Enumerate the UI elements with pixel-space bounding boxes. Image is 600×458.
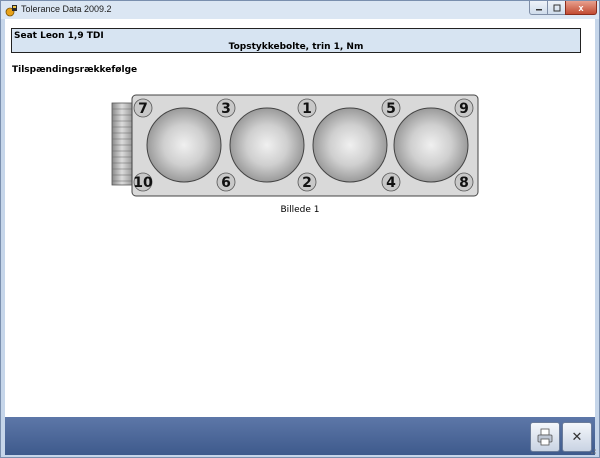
resize-grip-icon[interactable] <box>589 447 597 455</box>
app-logo-icon <box>5 5 17 17</box>
bolt-label: 6 <box>221 175 231 191</box>
close-icon: ✕ <box>571 429 583 445</box>
cylinder-2 <box>229 107 305 183</box>
bolt-7: 7 <box>133 98 153 118</box>
bolt-8: 8 <box>454 172 474 192</box>
bolt-label: 7 <box>138 101 148 117</box>
bolt-1: 1 <box>297 98 317 118</box>
cylinder-head-diagram: 7 3 1 5 9 10 6 2 4 8 <box>111 94 479 197</box>
maximize-icon <box>553 4 561 11</box>
bolt-label: 9 <box>459 101 469 117</box>
bolt-6: 6 <box>216 172 236 192</box>
diagram-caption: Billede 1 <box>280 205 320 215</box>
minimize-icon <box>536 8 542 10</box>
bolt-label: 3 <box>221 101 231 117</box>
bolt-label: 1 <box>302 101 312 117</box>
close-window-button[interactable]: x <box>565 1 597 15</box>
minimize-button[interactable] <box>529 1 549 15</box>
close-window-glyph: x <box>578 2 584 13</box>
print-button[interactable] <box>530 422 560 452</box>
bolt-label: 5 <box>386 101 396 117</box>
title-bar[interactable]: Tolerance Data 2009.2 x <box>1 1 599 19</box>
cylinder-1 <box>146 107 222 183</box>
bolt-5: 5 <box>381 98 401 118</box>
cylinder-4 <box>393 107 469 183</box>
close-button[interactable]: ✕ <box>562 422 592 452</box>
maximize-button[interactable] <box>547 1 567 15</box>
bottom-toolbar: ✕ <box>5 417 595 455</box>
gear-wheel <box>111 102 133 186</box>
print-icon <box>537 428 553 446</box>
bolt-10: 10 <box>133 172 153 192</box>
bolt-label: 10 <box>133 175 153 191</box>
cylinder-3 <box>312 107 388 183</box>
window-title: Tolerance Data 2009.2 <box>21 4 112 14</box>
bolt-9: 9 <box>454 98 474 118</box>
bolt-4: 4 <box>381 172 401 192</box>
bolt-label: 8 <box>459 175 469 191</box>
bolt-2: 2 <box>297 172 317 192</box>
bolt-label: 4 <box>386 175 396 191</box>
app-window: Tolerance Data 2009.2 x Seat Leon 1,9 TD… <box>0 0 600 458</box>
content-area: Seat Leon 1,9 TDI Topstykkebolte, trin 1… <box>5 19 595 417</box>
bolt-label: 2 <box>302 175 312 191</box>
bolt-3: 3 <box>216 98 236 118</box>
